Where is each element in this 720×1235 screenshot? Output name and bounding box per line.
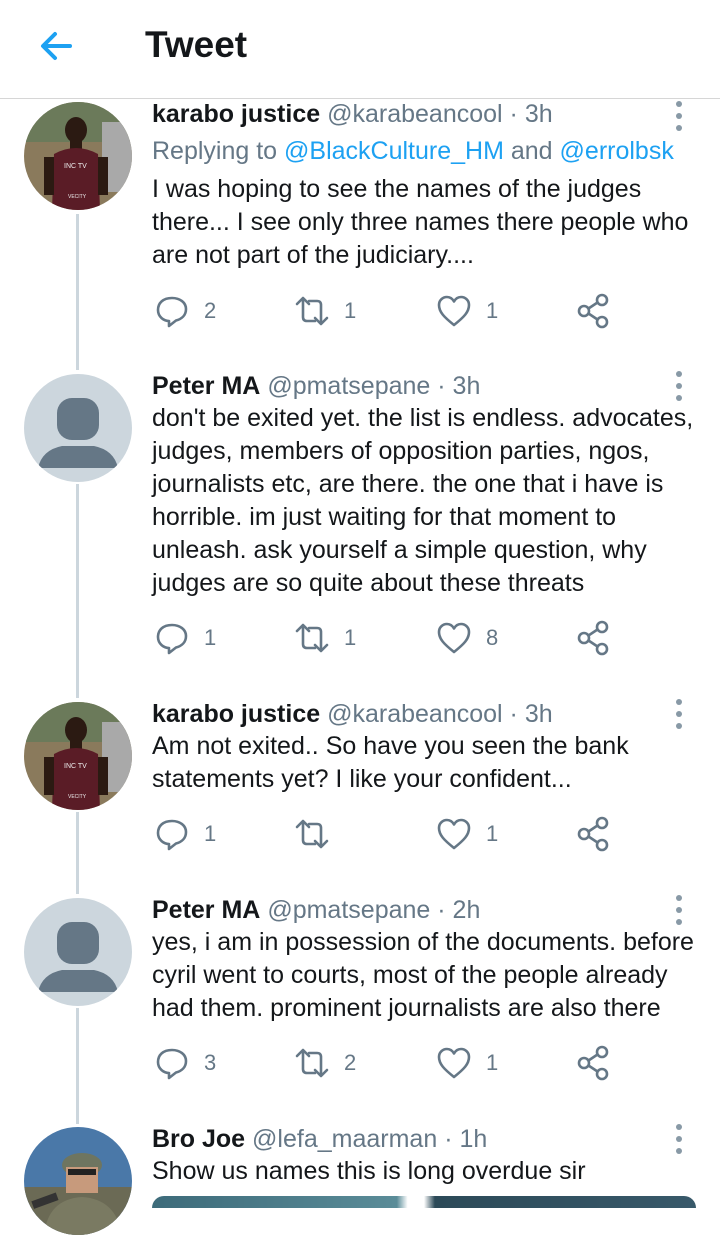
handle[interactable]: @lefa_maarman [252,1125,437,1153]
heart-icon [437,818,471,850]
retweet-button[interactable]: 1 [294,291,356,331]
reply-button[interactable]: 3 [154,1043,216,1083]
tweet-text: yes, i am in possession of the documents… [152,928,694,1022]
replying-prefix: Replying to [152,137,285,165]
mention-link[interactable]: @BlackCulture_HM [284,137,504,165]
tweet-actions: 1 1 8 [152,618,622,658]
replying-joiner: and [503,137,560,165]
tweet-media[interactable] [152,1196,696,1208]
like-button[interactable]: 1 [436,1043,498,1083]
tweet-actions: 2 1 1 [152,291,622,331]
tweet[interactable]: INC TV VECITY karabo justice @karabeanco… [0,0,720,360]
heart-icon [437,622,471,654]
thread-line [76,812,79,894]
display-name[interactable]: karabo justice [152,700,320,728]
like-count: 1 [486,298,499,323]
tweet-header: karabo justice @karabeancool · 3h [152,700,553,729]
timestamp: · 1h [444,1125,488,1153]
reply-icon [156,296,188,328]
tweet-header: Peter MA @pmatsepane · 3h [152,372,480,401]
like-count: 1 [486,821,499,846]
reply-count: 1 [204,625,217,650]
handle[interactable]: @pmatsepane [267,372,430,400]
avatar[interactable]: INC TV VECITY [24,702,132,810]
retweet-icon [295,819,329,849]
mention-link[interactable]: @errolbsk [560,137,674,165]
thread-line [76,484,79,698]
timestamp: · 3h [509,100,553,128]
like-button[interactable]: 1 [436,291,498,331]
share-button[interactable] [576,618,612,658]
reply-count: 1 [204,821,217,846]
reply-icon [156,1048,188,1080]
tweet-header: Peter MA @pmatsepane · 2h [152,896,480,925]
svg-text:VECITY: VECITY [68,194,87,200]
share-button[interactable] [576,814,612,854]
display-name[interactable]: Peter MA [152,896,260,924]
reply-button[interactable]: 1 [154,618,216,658]
retweet-button[interactable] [294,814,344,854]
reply-icon [156,819,188,851]
display-name[interactable]: Bro Joe [152,1125,245,1153]
more-options-icon[interactable] [676,101,684,137]
reply-count: 2 [204,298,217,323]
share-button[interactable] [576,291,612,331]
like-count: 1 [486,1050,499,1075]
reply-button[interactable]: 1 [154,814,216,854]
tweet-header: Bro Joe @lefa_maarman · 1h [152,1125,487,1154]
avatar[interactable] [24,1127,132,1235]
timestamp: · 3h [437,372,481,400]
tweet[interactable]: Bro Joe @lefa_maarman · 1h Show us names… [0,0,720,1235]
share-icon [577,293,609,329]
reply-icon [156,623,188,655]
like-button[interactable]: 1 [436,814,498,854]
display-name[interactable]: Peter MA [152,372,260,400]
avatar[interactable] [24,374,132,482]
retweet-icon [295,296,329,326]
avatar[interactable] [24,898,132,1006]
reply-count: 3 [204,1050,217,1075]
heart-icon [437,295,471,327]
tweet-header: karabo justice @karabeancool · 3h [152,100,553,129]
display-name[interactable]: karabo justice [152,100,320,128]
retweet-icon [295,1048,329,1078]
tweet-text: Show us names this is long overdue sir [152,1157,586,1185]
heart-icon [437,1047,471,1079]
share-button[interactable] [576,1043,612,1083]
svg-text:VECITY: VECITY [68,794,87,800]
like-button[interactable]: 8 [436,618,498,658]
like-count: 8 [486,625,499,650]
share-icon [577,816,609,852]
svg-text:INC TV: INC TV [64,763,87,770]
handle[interactable]: @pmatsepane [267,896,430,924]
tweet-text: don't be exited yet. the list is endless… [152,404,694,597]
share-icon [577,1045,609,1081]
tweet-text: Am not exited.. So have you seen the ban… [152,732,629,793]
handle[interactable]: @karabeancool [327,700,503,728]
retweet-count: 1 [344,298,357,323]
tweet-actions: 3 2 1 [152,1043,622,1083]
retweet-count: 2 [344,1050,357,1075]
retweet-icon [295,623,329,653]
avatar[interactable]: INC TV VECITY [24,102,132,210]
timestamp: · 2h [437,896,481,924]
timestamp: · 3h [509,700,553,728]
tweet-actions: 1 1 [152,814,622,854]
retweet-button[interactable]: 1 [294,618,356,658]
share-icon [577,620,609,656]
retweet-count: 1 [344,625,357,650]
reply-button[interactable]: 2 [154,291,216,331]
thread-line [76,1008,79,1124]
replying-to: Replying to @BlackCulture_HM and @errolb… [152,137,674,166]
handle[interactable]: @karabeancool [327,100,503,128]
tweet-text: I was hoping to see the names of the jud… [152,175,689,269]
svg-text:INC TV: INC TV [64,163,87,170]
retweet-button[interactable]: 2 [294,1043,356,1083]
